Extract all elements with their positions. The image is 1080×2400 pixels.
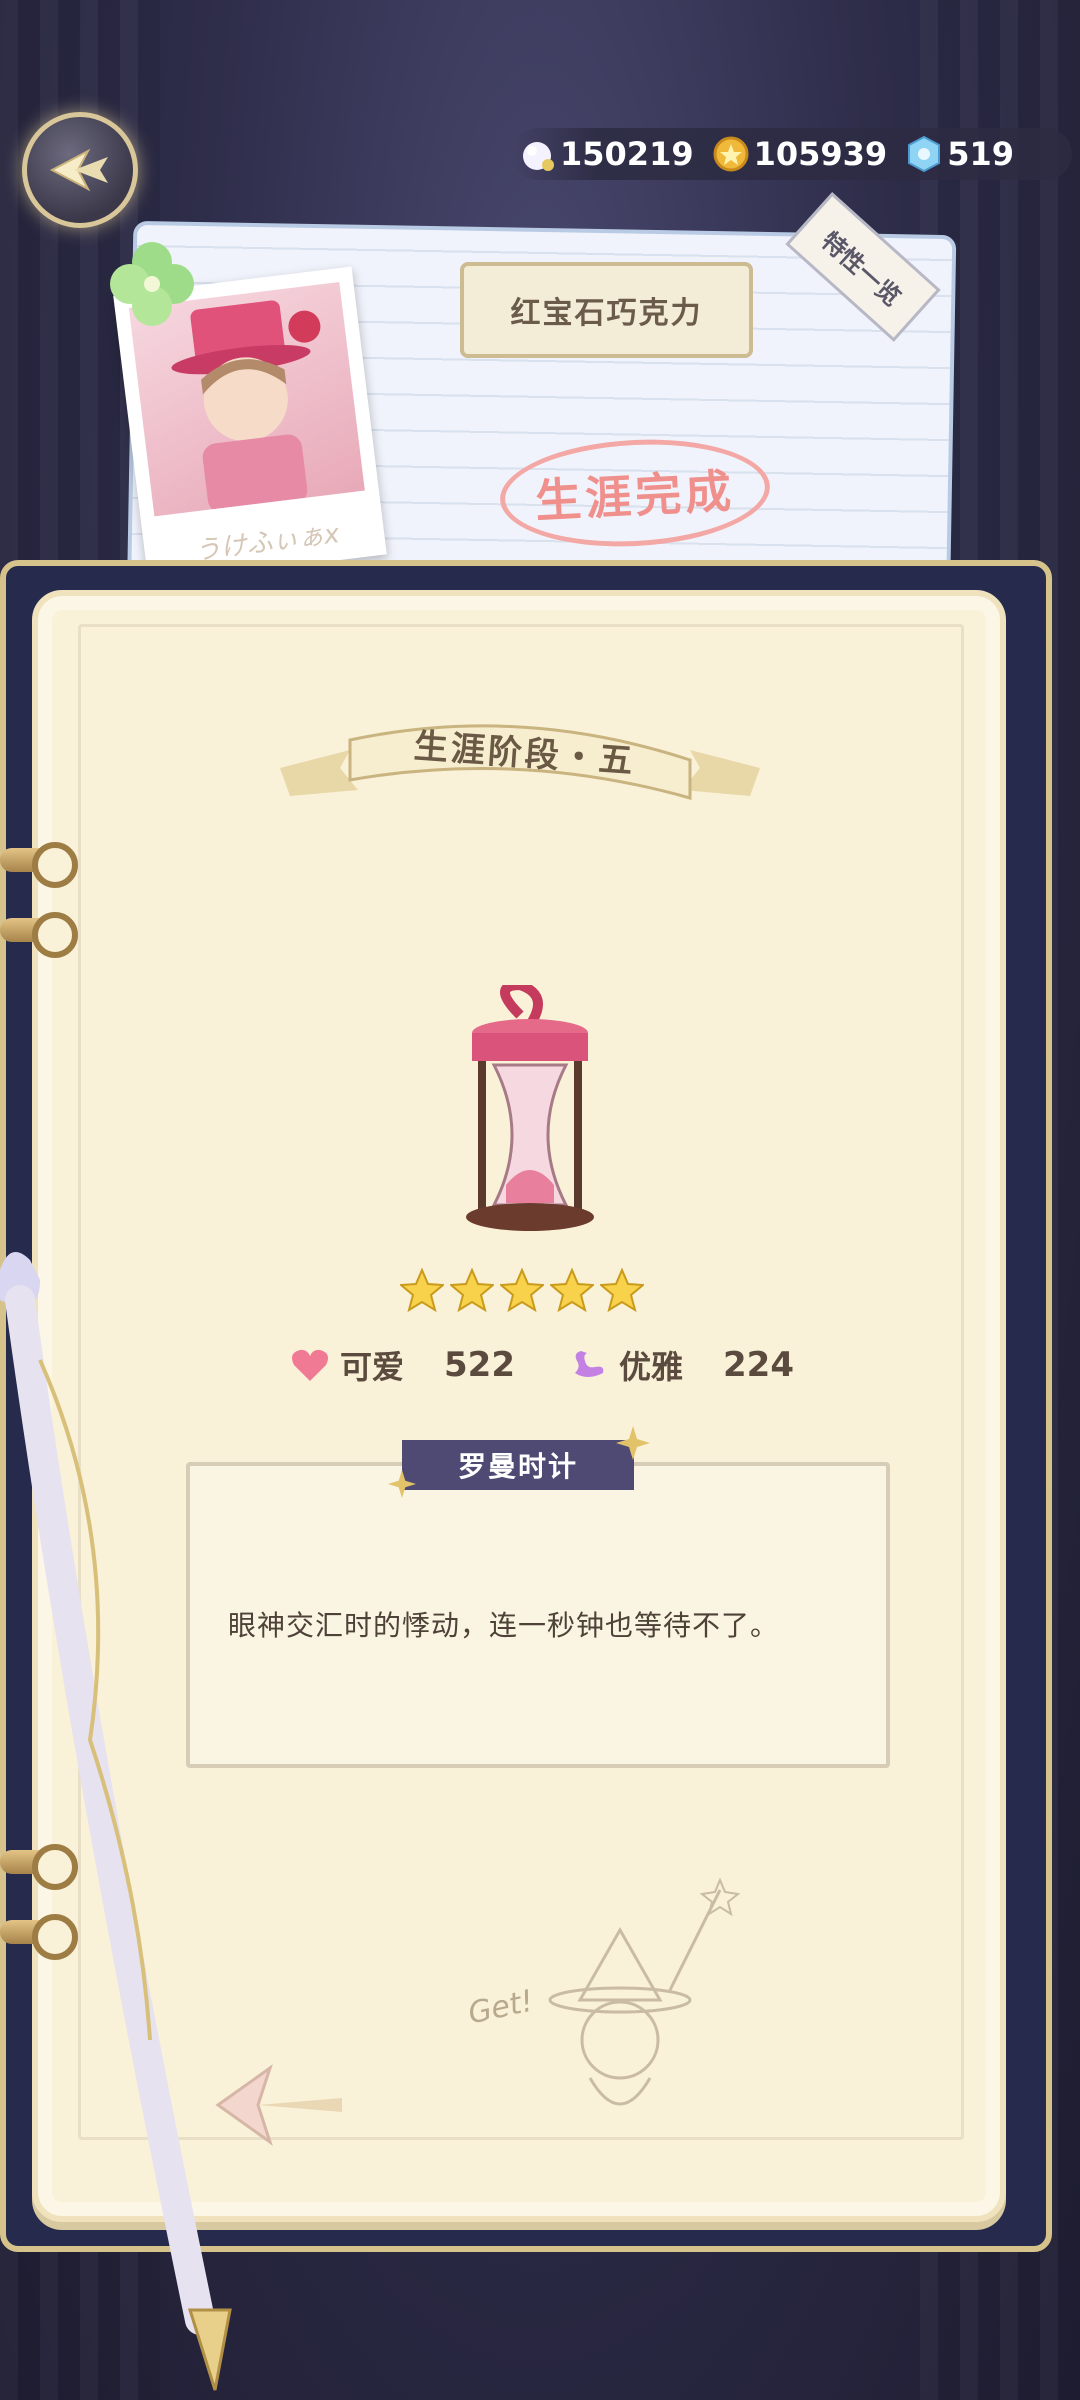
star-icon [450, 1268, 494, 1312]
currency-pearl[interactable]: 150219 [518, 135, 694, 173]
item-name: 罗曼时计 [402, 1440, 634, 1490]
romance-clock-item-icon[interactable] [450, 985, 610, 1245]
currency-gold-value: 105939 [753, 135, 888, 173]
currency-bar: 150219 105939 519 [512, 128, 1072, 180]
stat-elegant: 优雅 224 [569, 1342, 794, 1388]
currency-crystal[interactable]: 519 [905, 135, 1014, 173]
back-button[interactable] [22, 112, 138, 228]
currency-gold[interactable]: 105939 [712, 135, 888, 173]
sparkle-icon [388, 1470, 416, 1498]
back-arrow-icon [49, 148, 108, 192]
sparkle-icon [616, 1426, 650, 1460]
item-description: 眼神交汇时的悸动，连一秒钟也等待不了。 [228, 1609, 780, 1642]
swan-icon [575, 1351, 604, 1377]
stat-cute-value: 522 [444, 1345, 515, 1385]
item-stats: 可爱 522 优雅 224 [290, 1340, 810, 1390]
character-title: 红宝石巧克力 [460, 262, 753, 358]
clover-icon [110, 242, 194, 326]
currency-pearl-value: 150219 [560, 135, 694, 173]
star-icon [400, 1268, 444, 1312]
stat-elegant-name: 优雅 [619, 1348, 684, 1386]
stat-elegant-value: 224 [723, 1345, 794, 1385]
snow-crystal-icon [908, 135, 941, 173]
heart-icon [292, 1349, 328, 1381]
binder-ring [0, 842, 78, 888]
binder-ring [0, 912, 78, 958]
rarity-stars [400, 1268, 660, 1318]
gold-coin-icon [713, 136, 749, 172]
star-icon [600, 1268, 644, 1312]
stat-cute-name: 可爱 [340, 1348, 405, 1386]
currency-crystal-value: 519 [947, 135, 1014, 173]
quill-pen-decoration [0, 1252, 232, 2391]
star-icon [550, 1268, 594, 1312]
stat-cute: 可爱 522 [290, 1342, 515, 1388]
star-icon [500, 1268, 544, 1312]
pearl-icon [523, 142, 554, 171]
